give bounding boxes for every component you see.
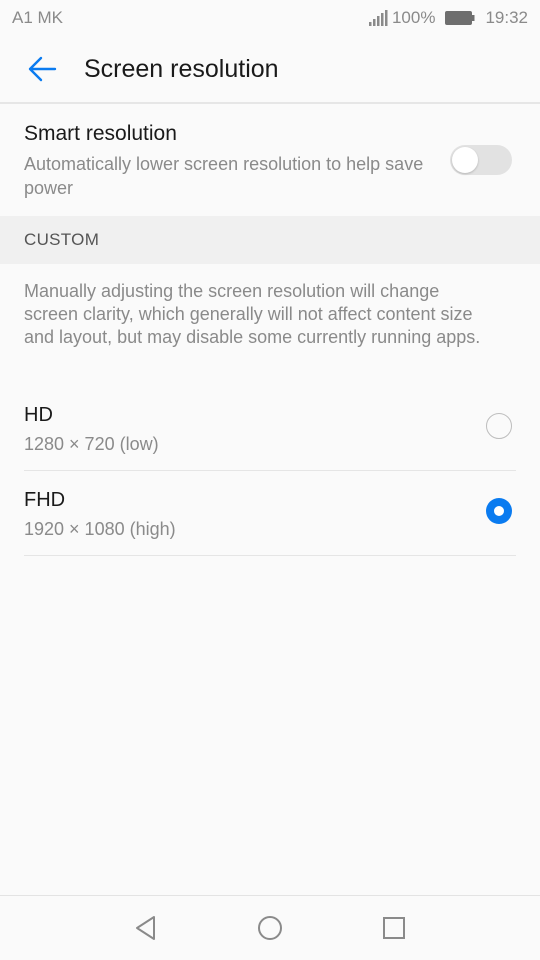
back-button[interactable] [24, 51, 60, 87]
status-right: 100% 19:32 [368, 8, 528, 28]
option-label: HD [24, 404, 53, 426]
radio-button-hd[interactable] [486, 413, 512, 439]
recents-square-icon [383, 917, 405, 939]
nav-recents-button[interactable] [380, 914, 408, 942]
home-circle-icon [258, 916, 282, 940]
option-resolution: 1920 × 1080 (high) [24, 519, 176, 539]
battery-percent: 100% [391, 8, 436, 27]
option-hd[interactable]: HD 1280 × 720 (low) [24, 386, 516, 471]
nav-back-button[interactable] [132, 914, 160, 942]
smart-resolution-description: Automatically lower screen resolution to… [24, 154, 424, 198]
battery-icon [445, 11, 475, 25]
nav-home-button[interactable] [256, 914, 284, 942]
clock: 19:32 [485, 8, 528, 27]
smart-resolution-toggle[interactable] [450, 145, 512, 175]
page-title: Screen resolution [84, 54, 279, 83]
option-resolution: 1280 × 720 (low) [24, 434, 159, 454]
custom-description: Manually adjusting the screen resolution… [24, 281, 481, 347]
option-fhd[interactable]: FHD 1920 × 1080 (high) [24, 471, 516, 556]
app-bar: Screen resolution [0, 36, 540, 104]
custom-section-header: CUSTOM [0, 216, 540, 264]
smart-resolution-title: Smart resolution [24, 122, 177, 145]
carrier-label: A1 MK [12, 8, 64, 27]
back-triangle-icon [136, 916, 155, 940]
smart-resolution-row[interactable]: Smart resolution Automatically lower scr… [0, 104, 540, 216]
toggle-knob [452, 147, 478, 173]
radio-button-fhd[interactable] [486, 498, 512, 524]
screen: A1 MK 100% 19:32 Screen resolution Smart… [0, 0, 540, 960]
option-label: FHD [24, 489, 66, 511]
radio-selected-dot [494, 506, 504, 516]
signal-icon [368, 10, 388, 26]
navigation-bar [0, 895, 540, 960]
arrow-left-icon [28, 56, 57, 82]
status-bar: A1 MK 100% 19:32 [0, 0, 540, 36]
